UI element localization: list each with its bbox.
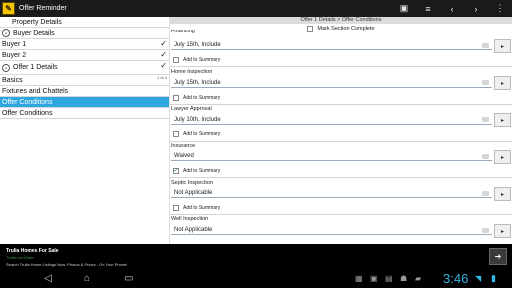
summary-label: Add to Summary	[183, 168, 221, 174]
summary-checkbox[interactable]	[173, 205, 179, 211]
chevron-down-icon: ⌄	[2, 63, 10, 72]
forward-icon[interactable]: ›	[466, 0, 486, 17]
list-item-offer-conditions[interactable]: Offer Conditions	[0, 108, 169, 119]
summary-label: Add to Summary	[183, 131, 221, 137]
list-item-property-details[interactable]: Property Details	[0, 17, 169, 28]
nav-back-button[interactable]: ◁	[44, 273, 52, 285]
image-icon: ▦	[355, 274, 363, 283]
summary-checkbox[interactable]	[173, 131, 179, 137]
field-edit-button[interactable]: ▸	[494, 39, 511, 53]
list-item-buyer-2[interactable]: Buyer 2 ✓	[0, 50, 169, 61]
toggle-icon[interactable]	[482, 43, 489, 48]
list-item-label: Basics	[2, 76, 23, 84]
wifi-icon: ◥	[475, 274, 482, 283]
list-item-basics[interactable]: Basics 1 of 4	[0, 75, 169, 86]
add-to-summary-financing[interactable]: Add to Summary	[173, 57, 220, 63]
photo-icon: ▣	[370, 274, 378, 283]
summary-label: Add to Summary	[183, 95, 221, 101]
checkmark-icon: ✓	[160, 50, 167, 59]
list-item-label: Property Details	[12, 18, 62, 26]
field-value-financing[interactable]: July 15th, Include	[171, 41, 492, 50]
bag-icon: ▰	[415, 274, 422, 283]
nav-recents-button[interactable]: ▭	[124, 273, 133, 285]
nav-home-button[interactable]: ⌂	[84, 273, 90, 285]
field-label-well-inspection: Well Inspection	[171, 216, 209, 222]
action-bar: ✎ Offer Reminder ▣ ≡ ‹ › ⋮	[0, 0, 512, 17]
field-edit-button[interactable]: ▸	[494, 76, 511, 90]
toggle-icon[interactable]	[482, 191, 489, 196]
field-edit-button[interactable]: ▸	[494, 150, 511, 164]
toggle-icon[interactable]	[482, 117, 489, 122]
field-value-lawyer-approval[interactable]: July 10th, Include	[171, 116, 492, 125]
overflow-icon[interactable]: ⋮	[490, 0, 510, 17]
list-item-label: Offer Conditions	[2, 109, 53, 117]
add-to-summary-lawyer-approval[interactable]: Add to Summary	[173, 131, 220, 137]
list-item-offer-conditions-selected[interactable]: Offer Conditions	[0, 97, 169, 108]
field-label-lawyer-approval: Lawyer Approval	[171, 106, 212, 112]
mark-section-complete-row[interactable]: Mark Section Complete	[170, 24, 512, 34]
app-logo-icon[interactable]: ✎	[2, 2, 15, 15]
section-list: Property Details ⌄ Buyer Details Buyer 1…	[0, 17, 170, 244]
system-nav-bar: ◁ ⌂ ▭ ▦ ▣ ▤ ☗ ▰ 3:46 ◥ ▮	[0, 270, 512, 288]
list-item-label: Buyer 1	[2, 40, 27, 48]
checkmark-icon: ✓	[160, 61, 167, 70]
field-value-septic-inspection[interactable]: Not Applicable	[171, 189, 492, 198]
field-label-septic-inspection: Septic Inspection	[171, 180, 213, 186]
chevron-down-icon: ⌄	[2, 29, 10, 37]
toggle-icon[interactable]	[482, 154, 489, 159]
mark-complete-label: Mark Section Complete	[317, 26, 375, 32]
back-icon[interactable]: ‹	[442, 0, 462, 17]
summary-label: Add to Summary	[183, 57, 221, 63]
page-count: 1 of 4	[156, 75, 167, 80]
add-to-summary-septic-inspection[interactable]: Add to Summary	[173, 205, 220, 211]
checkmark-icon: ✓	[160, 39, 167, 48]
field-edit-button[interactable]: ▸	[494, 113, 511, 127]
list-item-label: Fixtures and Chattels	[2, 87, 69, 95]
ad-title[interactable]: Trulia Homes For Sale	[6, 248, 59, 254]
summary-checkbox[interactable]	[173, 57, 179, 63]
clock: 3:46	[443, 271, 469, 286]
mark-complete-checkbox[interactable]	[307, 26, 314, 32]
field-label-home-inspection: Home Inspection	[171, 69, 213, 75]
summary-checkbox-checked[interactable]: ✓	[173, 168, 179, 174]
list-item-label: Buyer Details	[13, 29, 55, 37]
breadcrumb: Offer 1 Details > Offer Conditions	[170, 17, 512, 24]
screenshot-icon: ▤	[385, 274, 393, 283]
list-section-buyer-details[interactable]: ⌄ Buyer Details	[0, 28, 169, 39]
list-item-label: Buyer 2	[2, 51, 27, 59]
field-label-insurance: Insurance	[171, 143, 196, 149]
android-icon: ☗	[400, 274, 408, 283]
stack-icon[interactable]: ≡	[418, 0, 438, 17]
add-to-summary-insurance[interactable]: ✓ Add to Summary	[173, 168, 220, 174]
field-edit-button[interactable]: ▸	[494, 224, 511, 238]
add-to-summary-home-inspection[interactable]: Add to Summary	[173, 95, 220, 101]
ad-description: Search Trulia Home Listings Now. Photos …	[6, 262, 128, 267]
ad-url[interactable]: Trulia.com/Sale	[6, 255, 34, 260]
list-item-label: Offer 1 Details	[13, 64, 58, 71]
app-title: Offer Reminder	[19, 5, 67, 12]
toggle-icon[interactable]	[482, 228, 489, 233]
field-value-insurance[interactable]: Waived	[171, 152, 492, 161]
battery-icon: ▮	[491, 273, 496, 283]
summary-checkbox[interactable]	[173, 95, 179, 101]
detail-pane: Offer 1 Details > Offer Conditions Mark …	[170, 17, 512, 244]
list-item-label: Offer Conditions	[2, 98, 53, 106]
save-icon[interactable]: ▣	[394, 0, 414, 17]
list-item-buyer-1[interactable]: Buyer 1 ✓	[0, 39, 169, 50]
list-section-offer-1-details[interactable]: ⌄ Offer 1 Details ✓	[0, 61, 169, 75]
field-value-home-inspection[interactable]: July 15th, Include	[171, 79, 492, 88]
ad-go-arrow-icon[interactable]: ➔	[489, 248, 507, 265]
field-label-financing: Financing	[171, 30, 195, 34]
ad-banner[interactable]: Trulia Homes For Sale Trulia.com/Sale Se…	[0, 244, 512, 270]
field-value-well-inspection[interactable]: Not Applicable	[171, 226, 492, 235]
field-edit-button[interactable]: ▸	[494, 187, 511, 201]
summary-label: Add to Summary	[183, 205, 221, 211]
list-item-fixtures-and-chattels[interactable]: Fixtures and Chattels	[0, 86, 169, 97]
toggle-icon[interactable]	[482, 80, 489, 85]
